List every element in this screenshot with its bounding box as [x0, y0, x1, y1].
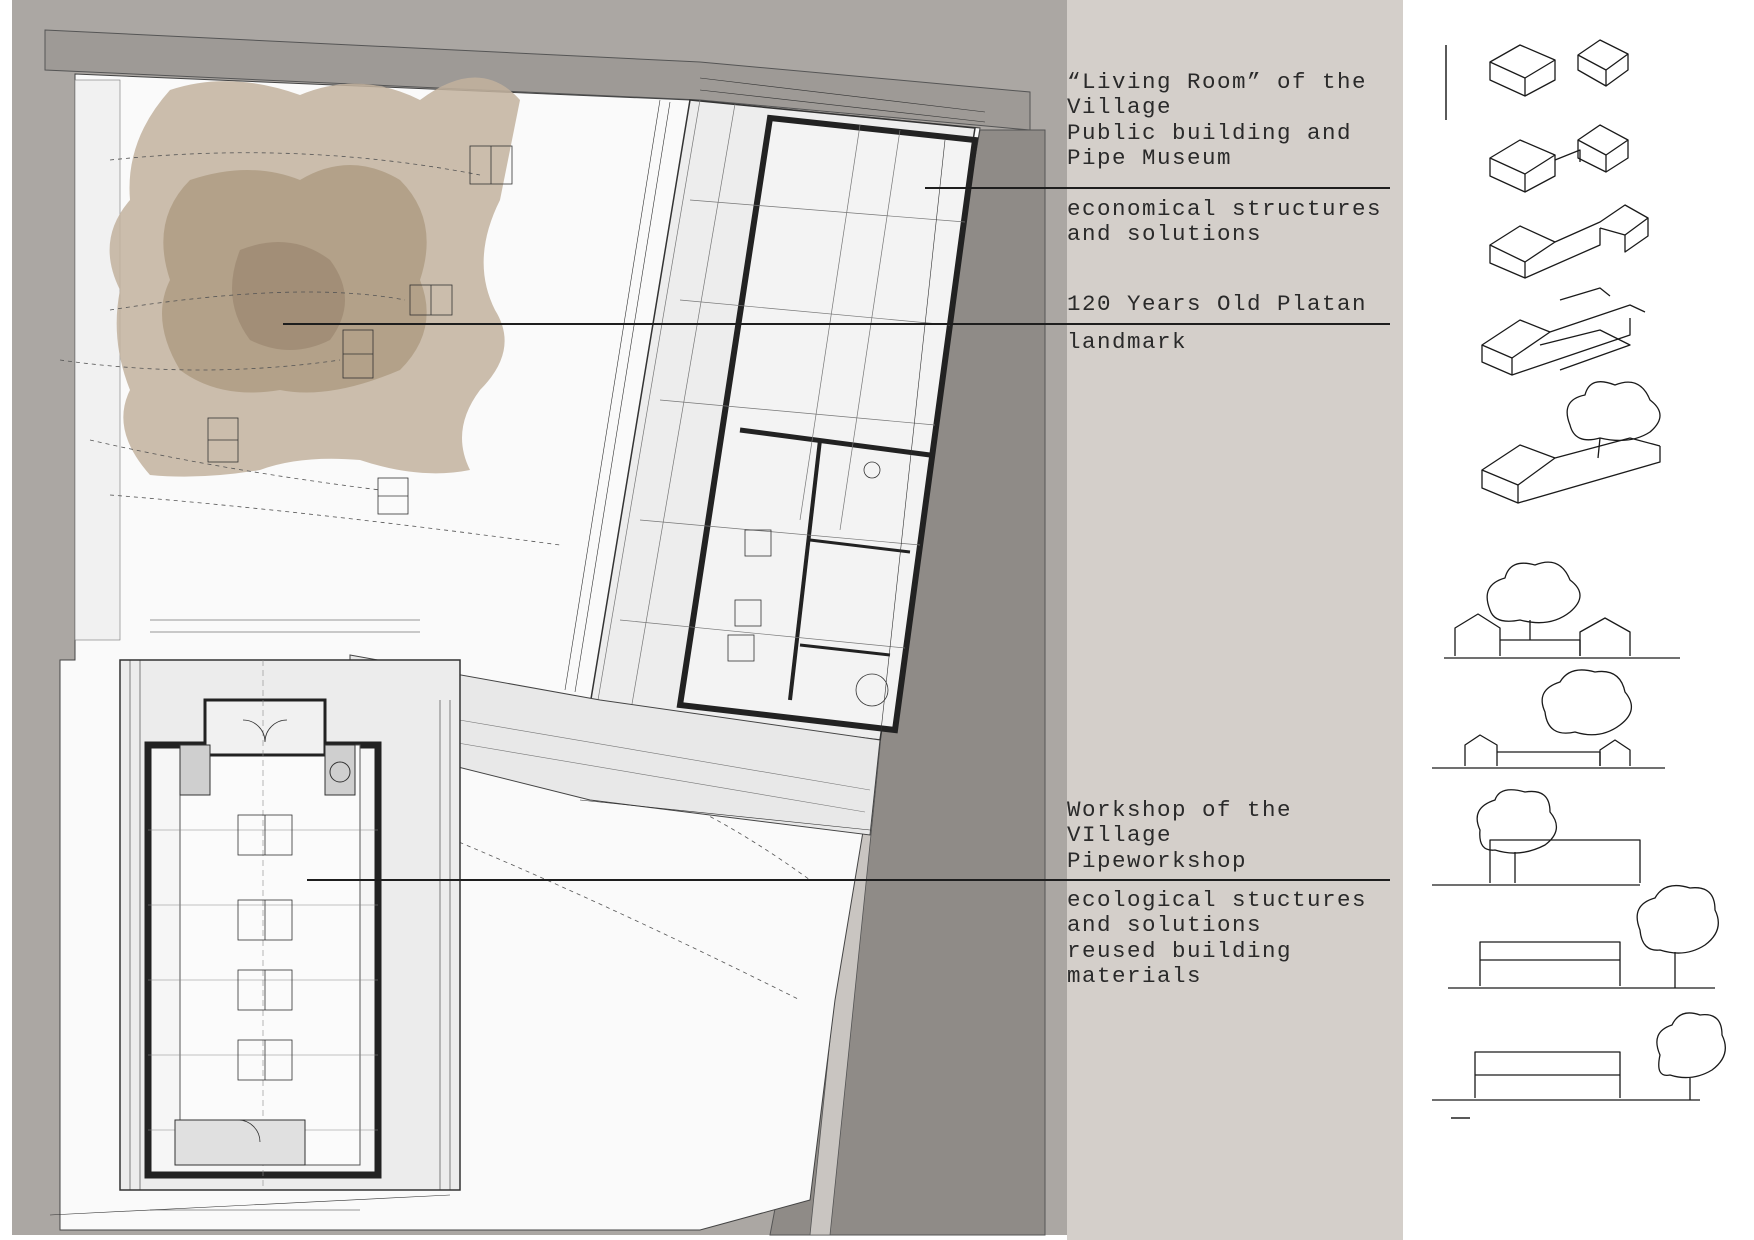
elevation-barn-open-sketch [1432, 1012, 1726, 1101]
elevation-tree-left-sketch [1432, 789, 1641, 886]
massing-l-shape-sketch [1489, 204, 1649, 279]
massing-courtyard-sketch [1481, 287, 1646, 376]
massing-two-gables-sketch [1489, 39, 1629, 97]
massing-with-tree-sketch [1481, 381, 1661, 504]
elevation-tree-right-sketch [1432, 669, 1665, 769]
drawing-sheet: “Living Room” of the Village Public buil… [0, 0, 1754, 1240]
massing-linked-sketch [1489, 124, 1629, 193]
elevation-long-barn-sketch [1448, 884, 1719, 989]
elevation-tree-behind-sketch [1444, 561, 1680, 659]
sketch-column [1432, 39, 1726, 1119]
